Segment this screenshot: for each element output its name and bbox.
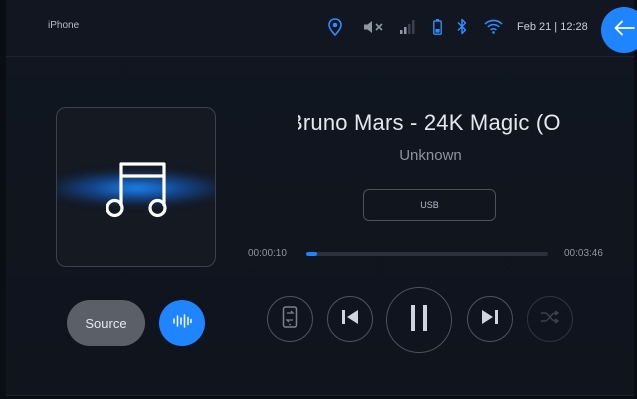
location-pin-icon (328, 18, 342, 41)
track-title: Bruno Mars - 24K Magic (Offi (298, 110, 560, 135)
status-bar: iPhone Feb 21 | 12:28 (6, 0, 634, 57)
artist-name: Unknown (399, 147, 462, 164)
equalizer-button[interactable] (159, 300, 205, 346)
pause-button[interactable] (386, 287, 452, 353)
previous-button[interactable] (327, 296, 373, 342)
skip-next-icon (481, 309, 499, 330)
battery-icon (433, 19, 442, 40)
album-art (56, 107, 216, 267)
elapsed-time: 00:00:10 (248, 248, 287, 259)
wifi-icon (484, 19, 503, 39)
skip-previous-icon (341, 309, 359, 330)
shuffle-button[interactable] (527, 296, 573, 342)
shuffle-icon (540, 309, 560, 329)
bluetooth-icon (457, 18, 467, 40)
music-note-icon (105, 160, 168, 223)
back-arrow-icon (613, 20, 635, 41)
progress-fill (306, 252, 317, 256)
progress-bar[interactable] (306, 252, 548, 256)
total-time: 00:03:46 (564, 248, 603, 259)
signal-icon (400, 20, 416, 39)
date-time: Feb 21 | 12:28 (517, 21, 588, 33)
pause-icon (410, 304, 428, 336)
equalizer-icon (172, 313, 192, 333)
next-button[interactable] (467, 296, 513, 342)
device-name: iPhone (48, 20, 80, 31)
source-button[interactable]: Source (67, 300, 145, 346)
phone-to-usb-button[interactable] (267, 296, 313, 342)
source-badge: USB (363, 189, 496, 221)
mute-icon (363, 20, 385, 39)
phone-to-usb-icon (282, 305, 298, 333)
